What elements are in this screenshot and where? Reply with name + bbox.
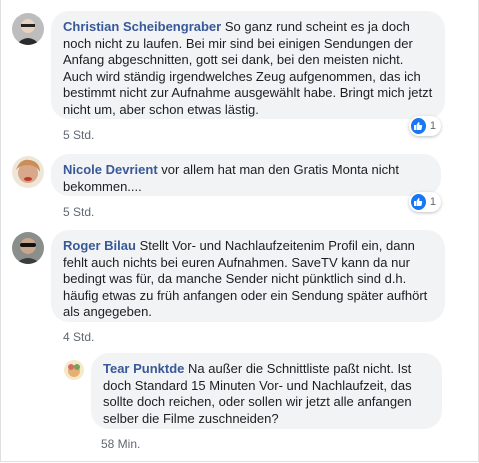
- comment-time[interactable]: 5 Std.: [63, 205, 94, 219]
- comment-thread: Christian Scheibengraber So ganz rund sc…: [0, 0, 479, 462]
- reaction-count[interactable]: 1: [409, 192, 441, 212]
- comment-author[interactable]: Tear Punktde: [103, 361, 184, 376]
- comment-author[interactable]: Roger Bilau: [63, 238, 136, 253]
- reaction-number: 1: [429, 120, 436, 132]
- like-icon: [411, 118, 426, 134]
- comment-time[interactable]: 5 Std.: [63, 128, 94, 142]
- avatar[interactable]: [12, 156, 44, 188]
- comment-time[interactable]: 4 Std.: [63, 330, 94, 344]
- avatar[interactable]: [12, 13, 44, 45]
- comment-author[interactable]: Nicole Devrient: [63, 162, 158, 177]
- comment-bubble: Roger Bilau Stellt Vor- und Nachlaufzeit…: [51, 230, 445, 322]
- avatar[interactable]: [64, 360, 84, 380]
- reaction-number: 1: [429, 196, 436, 208]
- comment-bubble: Christian Scheibengraber So ganz rund sc…: [51, 11, 445, 119]
- comment-time[interactable]: 58 Min.: [101, 437, 140, 451]
- reaction-count[interactable]: 1: [409, 116, 441, 136]
- like-icon: [411, 194, 426, 210]
- reply-bubble: Tear Punktde Na außer die Schnittliste p…: [91, 353, 442, 429]
- avatar[interactable]: [12, 232, 44, 264]
- comment-bubble: Nicole Devrient vor allem hat man den Gr…: [51, 154, 441, 196]
- comment-author[interactable]: Christian Scheibengraber: [63, 19, 221, 34]
